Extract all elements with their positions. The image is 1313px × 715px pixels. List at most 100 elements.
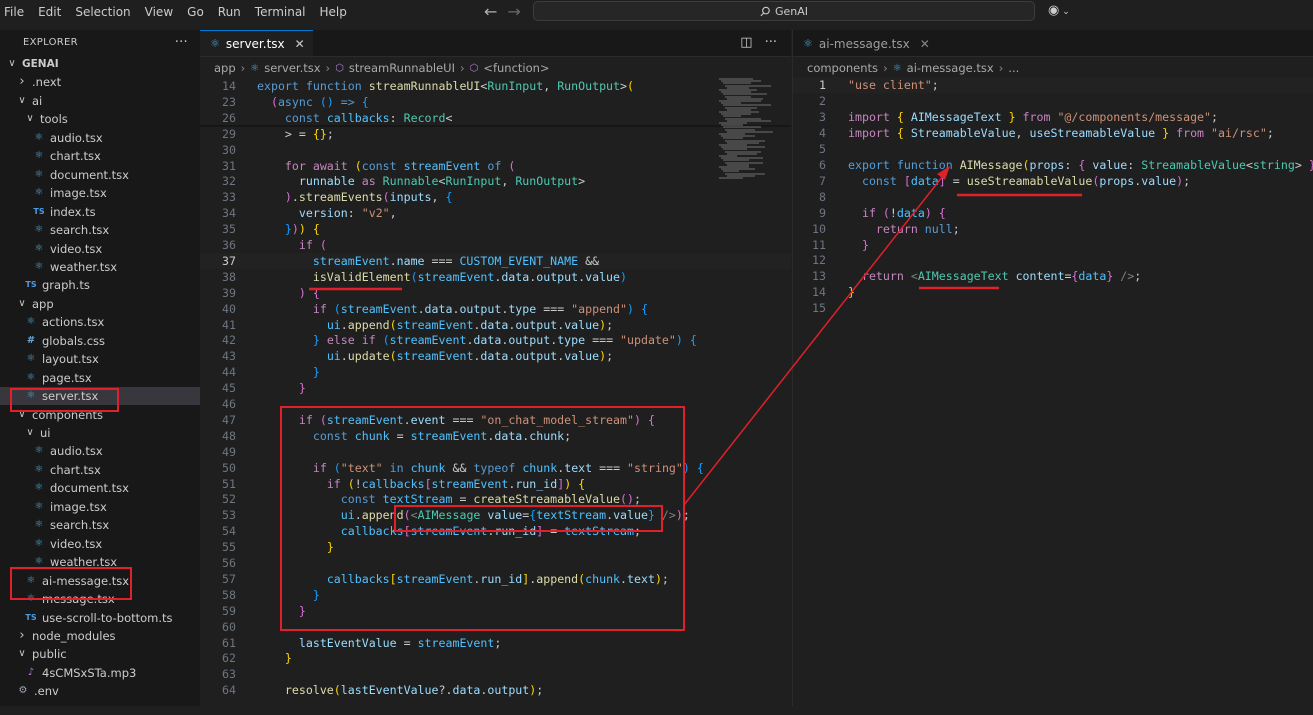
file-item[interactable]: ⚛ ai-message.tsx [0, 572, 200, 590]
code-token: && [452, 460, 474, 475]
chevron-right-icon: › [19, 627, 25, 643]
menu-file[interactable]: File [0, 0, 31, 24]
code-token: ) [633, 412, 641, 427]
code-token: { [689, 333, 697, 348]
file-item[interactable]: ⚛ document.tsx [0, 166, 200, 184]
folder-item[interactable]: ∨ ui [0, 424, 200, 442]
close-icon[interactable]: ✕ [920, 37, 930, 51]
breadcrumb-item[interactable]: ai-message.tsx [907, 61, 994, 75]
scrollbar[interactable] [778, 78, 788, 706]
more-actions-icon[interactable]: ··· [175, 35, 188, 50]
file-item[interactable]: ⚛ weather.tsx [0, 258, 200, 276]
file-item[interactable]: ⚛ video.tsx [0, 240, 200, 258]
file-item[interactable]: ⚛ chart.tsx [0, 461, 200, 479]
code-text: const textStream = createStreamableValue… [257, 491, 641, 507]
folder-item[interactable]: ∨ public [0, 645, 200, 663]
menu-run[interactable]: Run [211, 0, 248, 24]
file-item[interactable]: ⚛ server.tsx [0, 387, 200, 406]
split-editor-icon[interactable]: ◫ [740, 35, 752, 50]
menu-go[interactable]: Go [180, 0, 211, 24]
file-item[interactable]: ⚛ layout.tsx [0, 350, 200, 368]
code-token: ) [654, 571, 662, 586]
menu-selection[interactable]: Selection [68, 0, 137, 24]
tab-server-tsx[interactable]: ⚛ server.tsx ✕ [200, 30, 313, 56]
breadcrumb-item[interactable]: app [214, 61, 236, 75]
css-file-icon: # [26, 334, 36, 346]
code-line: 37 streamEvent.name === CUSTOM_EVENT_NAM… [200, 252, 791, 269]
file-item[interactable]: TS graph.ts [0, 276, 200, 294]
code-token: === [543, 301, 572, 316]
code-token: , [501, 174, 516, 189]
file-item[interactable]: ♪ 4sCMSxSTa.mp3 [0, 664, 200, 682]
file-item[interactable]: ⚛ audio.tsx [0, 442, 200, 460]
code-token: { [445, 190, 453, 205]
more-actions-icon[interactable]: ··· [765, 35, 777, 50]
code-text: import { StreamableValue, useStreamableV… [848, 125, 1274, 141]
code-token: && [585, 253, 600, 268]
code-token: ) [298, 222, 306, 237]
file-item[interactable]: ⚙ .env [0, 682, 200, 700]
breadcrumb-item[interactable]: server.tsx [264, 61, 320, 75]
code-token: "append" [571, 301, 627, 316]
chevron-down-icon: ∨ [18, 408, 26, 420]
forward-arrow-icon[interactable]: → [507, 2, 520, 21]
file-item[interactable]: ⚛ chart.tsx [0, 147, 200, 165]
file-item[interactable]: ⚛ video.tsx [0, 535, 200, 553]
code-token: const [312, 428, 355, 443]
file-item[interactable]: ⚛ document.tsx [0, 479, 200, 497]
file-item[interactable]: ⚛ message.tsx [0, 590, 200, 608]
file-item[interactable]: ⚛ search.tsx [0, 221, 200, 239]
folder-item[interactable]: ∨ ai [0, 92, 200, 110]
file-item[interactable]: # globals.css [0, 332, 200, 350]
folder-item[interactable]: ∨ GENAI [0, 55, 200, 73]
tab-ai-message-tsx[interactable]: ⚛ ai-message.tsx ✕ [793, 30, 938, 56]
code-token: { [896, 125, 911, 140]
code-token: run_id [480, 571, 523, 586]
code-editor[interactable]: 1 "use client"; 2 3 import { AIMessageText }… [793, 77, 1313, 706]
code-token: ; [1211, 109, 1218, 124]
menu-help[interactable]: Help [313, 0, 354, 24]
code-text: return <AIMessageText content={data} />; [848, 268, 1141, 284]
folder-item[interactable]: ∨ components [0, 406, 200, 424]
tree-item-label: search.tsx [50, 518, 110, 533]
file-item[interactable]: ⚛ search.tsx [0, 516, 200, 534]
file-item[interactable]: ⚛ image.tsx [0, 498, 200, 516]
line-number: 29 [222, 126, 236, 141]
breadcrumb-item[interactable]: components [807, 61, 878, 75]
file-item[interactable]: ⚛ weather.tsx [0, 553, 200, 571]
file-item[interactable]: ⚛ image.tsx [0, 184, 200, 202]
menu-terminal[interactable]: Terminal [248, 0, 313, 24]
react-file-icon: ⚛ [803, 37, 813, 50]
back-arrow-icon[interactable]: ← [484, 2, 497, 21]
copilot-menu[interactable]: ◉ ⌄ [1048, 3, 1070, 18]
command-center[interactable]: GenAI [533, 1, 1035, 21]
react-file-icon: ⚛ [210, 37, 220, 50]
file-item[interactable]: TS use-scroll-to-bottom.ts [0, 609, 200, 627]
code-token: < [445, 110, 453, 125]
file-item[interactable]: ⚛ audio.tsx [0, 129, 200, 147]
code-token: AIMessageText [910, 109, 1009, 124]
code-token: callbacks [326, 110, 390, 125]
chevron-right-icon: › [998, 61, 1004, 75]
file-item[interactable]: ⚛ page.tsx [0, 369, 200, 387]
file-item[interactable]: TS index.ts [0, 203, 200, 221]
breadcrumb-item[interactable]: streamRunnableUI [349, 61, 455, 75]
menu-view[interactable]: View [138, 0, 180, 24]
folder-item[interactable]: › .next [0, 73, 200, 91]
folder-item[interactable]: ∨ tools [0, 110, 200, 128]
folder-item[interactable]: ∨ app [0, 295, 200, 313]
code-editor[interactable]: 14 export function streamRunnableUI<RunIn… [200, 78, 791, 706]
code-token: => [340, 94, 362, 109]
breadcrumb-item[interactable]: ... [1008, 61, 1019, 75]
code-text: lastEventValue = streamEvent; [257, 635, 501, 651]
file-item[interactable]: ⚛ actions.tsx [0, 313, 200, 331]
folder-item[interactable]: › node_modules [0, 627, 200, 645]
breadcrumb-item[interactable]: <function> [483, 61, 549, 75]
menu-edit[interactable]: Edit [31, 0, 68, 24]
code-token: ; [682, 508, 690, 523]
close-icon[interactable]: ✕ [295, 37, 305, 51]
minimap[interactable] [717, 78, 777, 179]
